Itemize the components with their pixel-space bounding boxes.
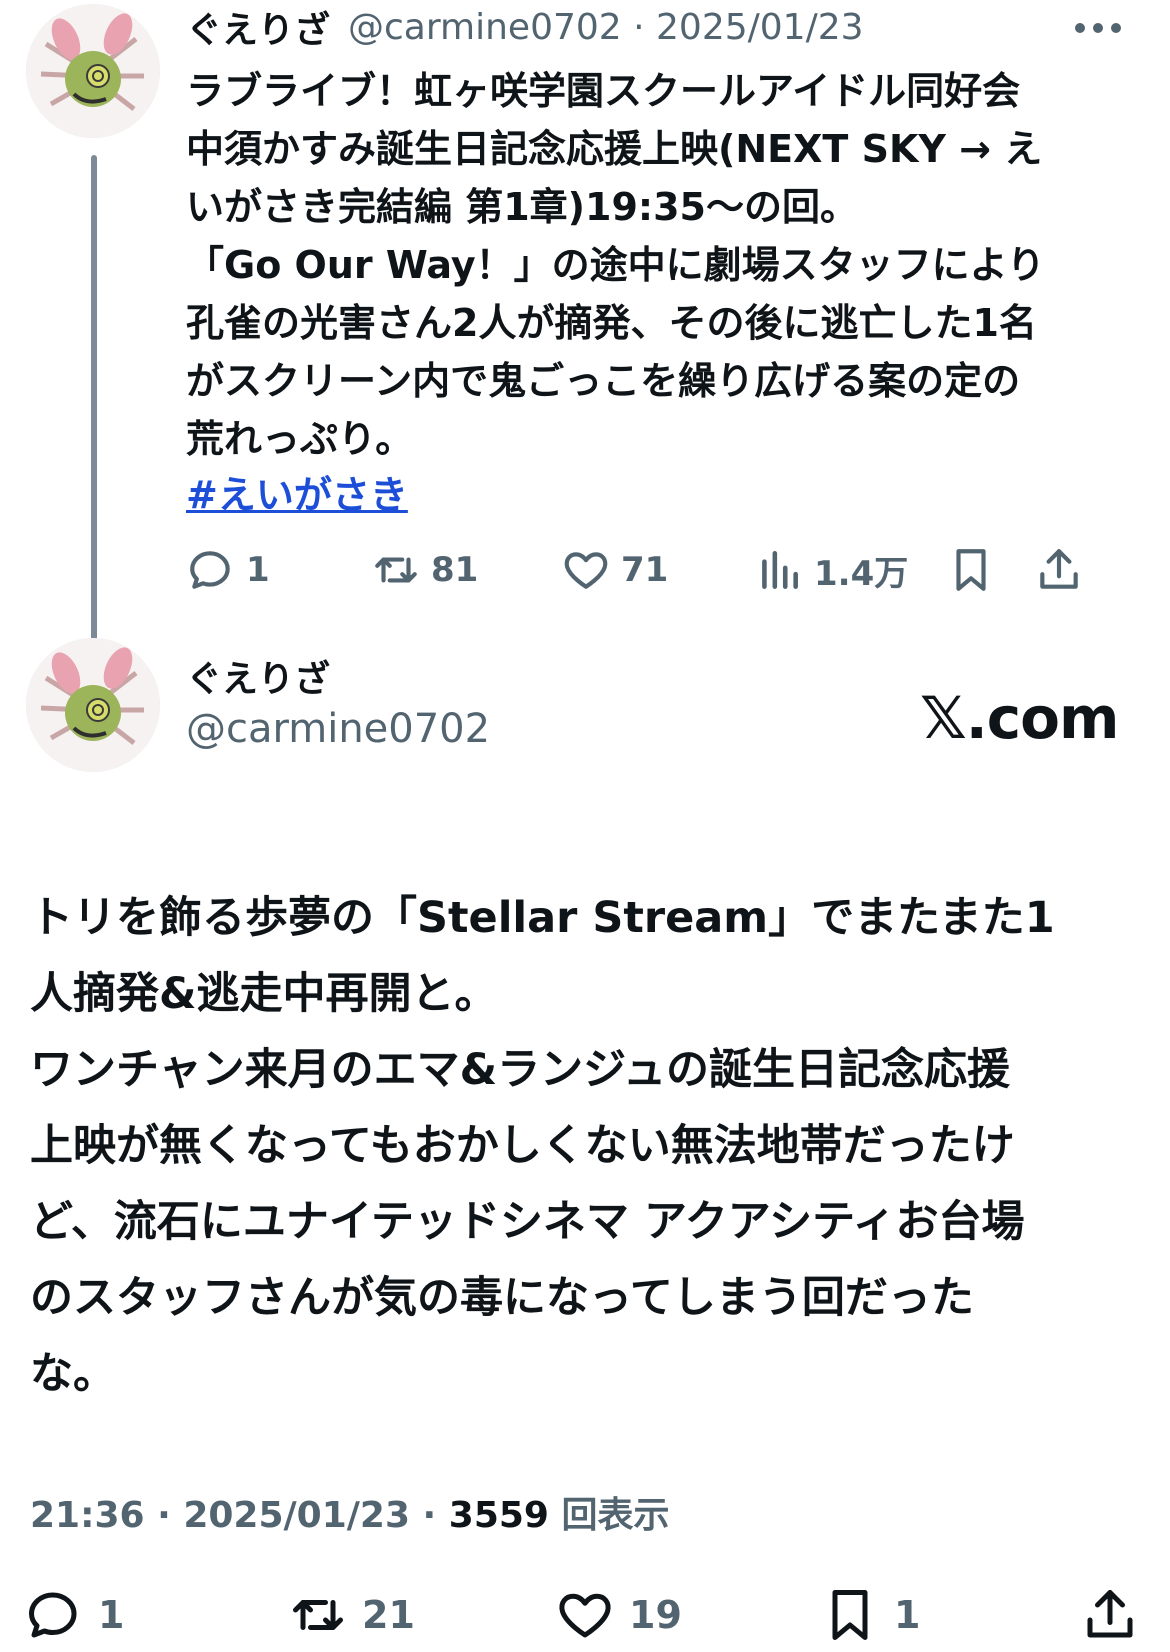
reply-icon xyxy=(190,551,230,589)
thread-connector xyxy=(91,155,97,665)
more-horizontal-icon[interactable] xyxy=(1068,8,1128,48)
share-icon xyxy=(1087,1590,1133,1638)
tweet-header: ぐえりざ @carmine0702 · 2025/01/23 xyxy=(186,2,864,52)
bookmark-button[interactable]: 1 xyxy=(820,1585,920,1645)
retweet-icon xyxy=(293,1600,343,1630)
retweet-count: 21 xyxy=(362,1593,415,1637)
tweet-text: ラブライブ！虹ヶ咲学園スクールアイドル同好会 中須かすみ誕生日記念応援上映(NE… xyxy=(186,69,1045,461)
like-count: 19 xyxy=(629,1593,682,1637)
tweet-timestamp-views: 21:36 · 2025/01/23 · 3559 回表示 xyxy=(30,1486,670,1538)
time-date[interactable]: 21:36 · 2025/01/23 · xyxy=(30,1495,449,1536)
bookmark-button[interactable] xyxy=(946,545,996,595)
reply-count: 1 xyxy=(98,1593,125,1637)
tweet-actions: 1 81 71 1.4万 xyxy=(186,545,1136,595)
avatar-image xyxy=(26,4,160,138)
bookmark-count: 1 xyxy=(894,1593,921,1637)
tweet-text: トリを飾る歩夢の「Stellar Stream」でまたまた1 人摘発&逃走中再開… xyxy=(30,893,1055,1399)
avatar[interactable] xyxy=(26,638,160,772)
reply-button[interactable]: 1 xyxy=(186,545,270,595)
views-count: 1.4万 xyxy=(814,553,909,594)
handle[interactable]: @carmine0702 xyxy=(186,706,490,752)
retweet-button[interactable]: 21 xyxy=(288,1585,415,1645)
like-button[interactable]: 19 xyxy=(555,1585,682,1645)
bookmark-icon xyxy=(956,549,986,591)
like-button[interactable]: 71 xyxy=(561,545,668,595)
reply-button[interactable]: 1 xyxy=(24,1585,124,1645)
handle-and-date[interactable]: @carmine0702 · 2025/01/23 xyxy=(348,7,864,48)
views-count: 3559 xyxy=(448,1495,549,1536)
hashtag-link[interactable]: #えいがさき xyxy=(186,466,408,524)
display-name[interactable]: ぐえりざ xyxy=(186,1,330,53)
heart-icon xyxy=(564,552,608,589)
share-button[interactable] xyxy=(1080,1585,1140,1645)
share-button[interactable] xyxy=(1034,545,1084,595)
reply-icon xyxy=(29,1592,77,1638)
like-count: 71 xyxy=(621,550,669,590)
retweet-count: 81 xyxy=(431,550,479,590)
avatar[interactable] xyxy=(26,4,160,138)
x-com-logo: 𝕏.com xyxy=(920,684,1119,752)
share-icon xyxy=(1040,549,1078,589)
views-button[interactable]: 1.4万 xyxy=(754,545,908,595)
display-name[interactable]: ぐえりざ xyxy=(186,650,330,702)
heart-icon xyxy=(559,1593,611,1638)
bookmark-icon xyxy=(832,1590,868,1640)
retweet-icon xyxy=(375,557,417,583)
avatar-image xyxy=(26,638,160,772)
views-bar-chart-icon xyxy=(762,551,798,589)
reply-count: 1 xyxy=(246,550,270,590)
views-label: 回表示 xyxy=(548,1495,670,1536)
retweet-button[interactable]: 81 xyxy=(371,545,478,595)
